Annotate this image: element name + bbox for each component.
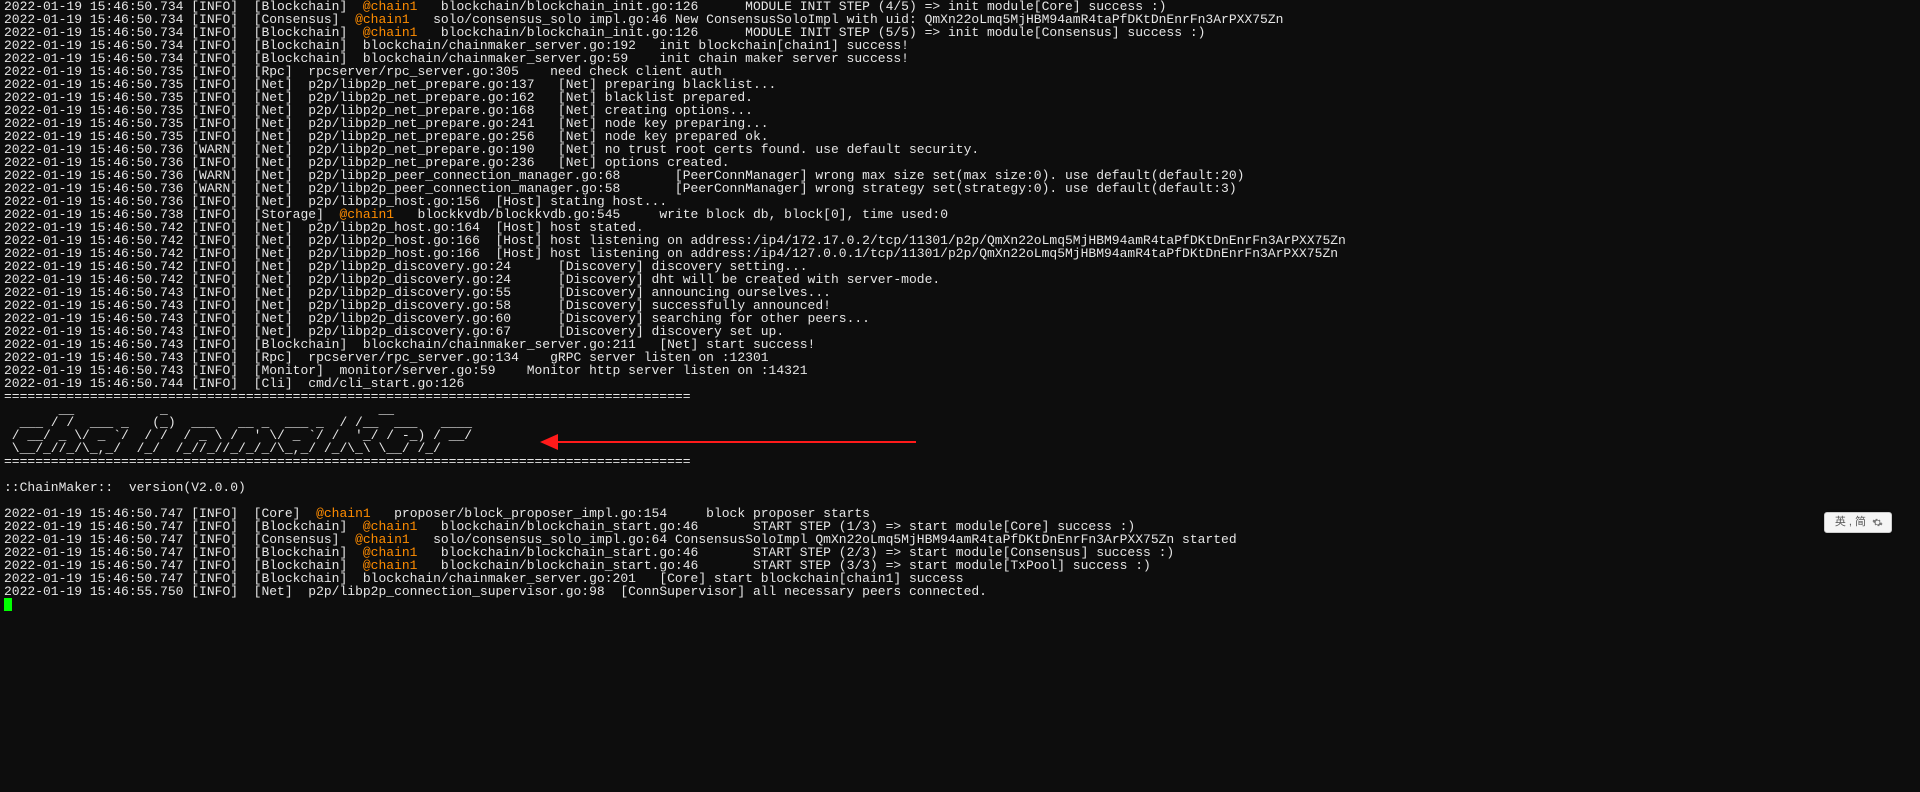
- chainmaker-ascii-banner: __ _ __ ___ / / ___ _ (_) ___ __ _ ___ _…: [4, 403, 1916, 455]
- ime-indicator[interactable]: 英 , 简: [1824, 512, 1892, 533]
- terminal-viewport[interactable]: 2022-01-19 15:46:50.734 [INFO] [Blockcha…: [0, 0, 1920, 792]
- banner-separator-bottom: ========================================…: [4, 455, 1916, 468]
- empty-line: [4, 468, 1916, 481]
- cursor-block: [4, 598, 12, 611]
- log-line: 2022-01-19 15:46:55.750 [INFO] [Net] p2p…: [4, 585, 1916, 598]
- prompt-line[interactable]: [4, 598, 1916, 611]
- log-output-bottom: 2022-01-19 15:46:50.747 [INFO] [Core] @c…: [4, 507, 1916, 598]
- log-output-top: 2022-01-19 15:46:50.734 [INFO] [Blockcha…: [4, 0, 1916, 390]
- banner-tagline: ::ChainMaker:: version(V2.0.0): [4, 481, 1916, 494]
- ime-label: 英 , 简: [1835, 516, 1866, 529]
- gear-icon[interactable]: [1872, 517, 1883, 528]
